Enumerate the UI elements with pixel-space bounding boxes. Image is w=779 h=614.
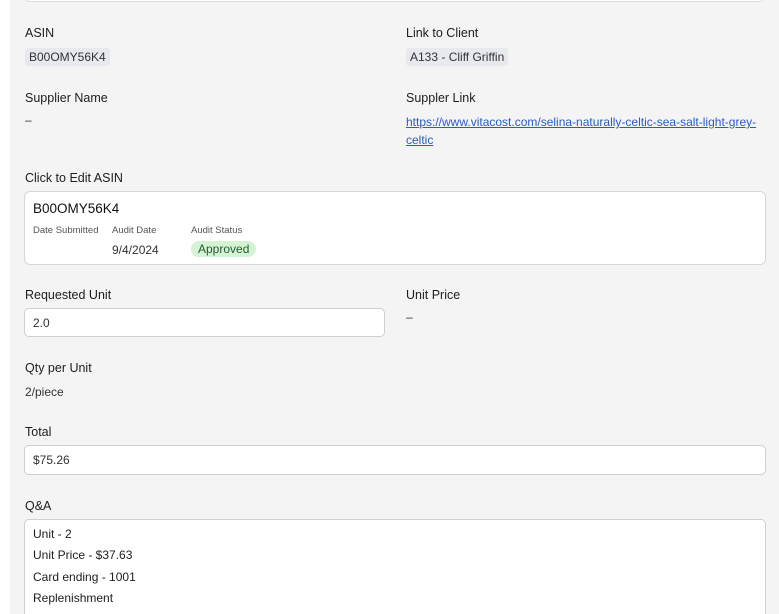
- supplier-name-value: –: [25, 113, 32, 127]
- unit-price-label: Unit Price: [406, 288, 461, 302]
- audit-date-value: 9/4/2024: [112, 243, 159, 257]
- total-input[interactable]: [24, 445, 766, 475]
- supplier-link-label: Suppler Link: [406, 91, 476, 105]
- supplier-link[interactable]: https://www.vitacost.com/selina-naturall…: [406, 113, 761, 149]
- record-detail-panel: ASIN B00OMY56K4 Link to Client A133 - Cl…: [0, 0, 779, 614]
- edit-asin-card[interactable]: B00OMY56K4 Date Submitted Audit Date 9/4…: [24, 191, 766, 265]
- supplier-name-label: Supplier Name: [25, 91, 108, 105]
- asin-card-code: B00OMY56K4: [33, 201, 120, 216]
- qty-per-unit-label: Qty per Unit: [25, 361, 92, 375]
- previous-card-edge: [24, 0, 765, 2]
- qty-per-unit-value: 2/piece: [25, 385, 64, 399]
- qa-line: Card ending - 1001: [33, 569, 136, 584]
- requested-unit-label: Requested Unit: [25, 288, 112, 302]
- date-submitted-label: Date Submitted: [33, 225, 99, 236]
- qa-line: Unit - 2: [33, 527, 72, 541]
- edit-asin-label: Click to Edit ASIN: [25, 171, 123, 185]
- client-chip[interactable]: A133 - Cliff Griffin: [406, 48, 509, 66]
- qa-line: Replenishment: [33, 590, 114, 605]
- audit-status-label: Audit Status: [191, 225, 243, 236]
- qa-textarea[interactable]: Unit - 2 Unit Price - $37.63 Card ending…: [24, 519, 766, 614]
- left-gutter: [0, 0, 10, 614]
- client-label: Link to Client: [406, 26, 479, 40]
- asin-label: ASIN: [25, 26, 55, 40]
- audit-date-label: Audit Date: [112, 225, 157, 236]
- qa-label: Q&A: [25, 499, 52, 513]
- qa-line: Unit Price - $37.63: [33, 548, 133, 563]
- asin-chip: B00OMY56K4: [25, 48, 110, 66]
- unit-price-value: –: [406, 310, 413, 324]
- total-label: Total: [25, 425, 52, 439]
- audit-status-badge: Approved: [191, 241, 257, 257]
- requested-unit-input[interactable]: [24, 308, 385, 337]
